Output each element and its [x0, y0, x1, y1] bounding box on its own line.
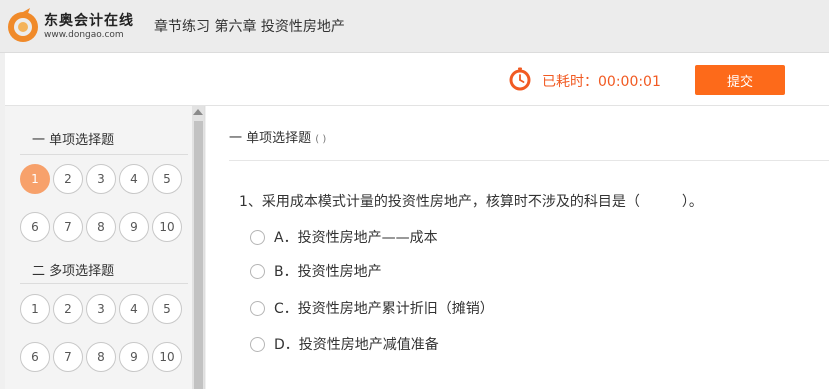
section-divider [20, 283, 188, 284]
elapsed-time: 已耗时：00:00:01 [542, 74, 661, 90]
question-number-button[interactable]: 3 [86, 164, 116, 194]
question-number-button[interactable]: 9 [119, 212, 149, 242]
section-divider [229, 160, 829, 161]
question-number-button[interactable]: 2 [53, 294, 83, 324]
top-header: 东奥会计在线 www.dongao.com 章节练习 第六章 投资性房地产 [0, 0, 829, 53]
question-number-button[interactable]: 7 [53, 212, 83, 242]
radio-icon[interactable] [250, 337, 265, 352]
timer-bar: 已耗时：00:00:01 提交 [5, 53, 829, 106]
question-number-button[interactable]: 6 [20, 342, 50, 372]
radio-icon[interactable] [250, 230, 265, 245]
question-number-button[interactable]: 9 [119, 342, 149, 372]
question-number-button[interactable]: 7 [53, 342, 83, 372]
section-heading-label: 一 单项选择题 [229, 131, 312, 146]
question-number-button[interactable]: 3 [86, 294, 116, 324]
option-label: B．投资性房地产 [274, 264, 382, 280]
section-label-single-choice: 一 单项选择题 [32, 133, 115, 148]
question-number-button[interactable]: 5 [152, 294, 182, 324]
question-number-button[interactable]: 4 [119, 294, 149, 324]
question-number-button[interactable]: 6 [20, 212, 50, 242]
brand-name: 东奥会计在线 [44, 13, 134, 29]
answer-sheet-sidebar: 一 单项选择题 1 2 3 4 5 6 7 8 9 10 二 多项选择题 1 2… [5, 106, 205, 389]
scrollbar-thumb[interactable] [194, 121, 203, 389]
question-number-button[interactable]: 1 [20, 294, 50, 324]
question-number-button[interactable]: 2 [53, 164, 83, 194]
question-number-button[interactable]: 5 [152, 164, 182, 194]
question-number-button[interactable]: 10 [152, 342, 182, 372]
question-stem: 1、采用成本模式计量的投资性房地产，核算时不涉及的科目是（ ）。 [239, 194, 703, 210]
question-number-button[interactable]: 8 [86, 342, 116, 372]
radio-icon[interactable] [250, 301, 265, 316]
question-number-button[interactable]: 8 [86, 212, 116, 242]
clock-icon [509, 67, 531, 91]
option-label: A．投资性房地产——成本 [274, 230, 438, 246]
section-label-multiple-choice: 二 多项选择题 [32, 264, 115, 279]
section-heading-paren: ( ) [315, 134, 327, 145]
option-label: C．投资性房地产累计折旧（摊销） [274, 301, 494, 317]
section-divider [20, 154, 188, 155]
question-number-button[interactable]: 4 [119, 164, 149, 194]
option-label: D．投资性房地产减值准备 [274, 337, 439, 353]
question-number-button[interactable]: 1 [20, 164, 50, 194]
scroll-up-icon[interactable] [193, 109, 203, 115]
submit-button[interactable]: 提交 [695, 65, 785, 95]
question-number-button[interactable]: 10 [152, 212, 182, 242]
section-heading: 一 单项选择题 ( ) [229, 127, 326, 146]
brand-url: www.dongao.com [44, 30, 124, 40]
question-panel: 一 单项选择题 ( ) 1、采用成本模式计量的投资性房地产，核算时不涉及的科目是… [206, 106, 829, 389]
page-title: 章节练习 第六章 投资性房地产 [154, 19, 345, 35]
dongao-logo-icon [8, 8, 38, 42]
radio-icon[interactable] [250, 264, 265, 279]
